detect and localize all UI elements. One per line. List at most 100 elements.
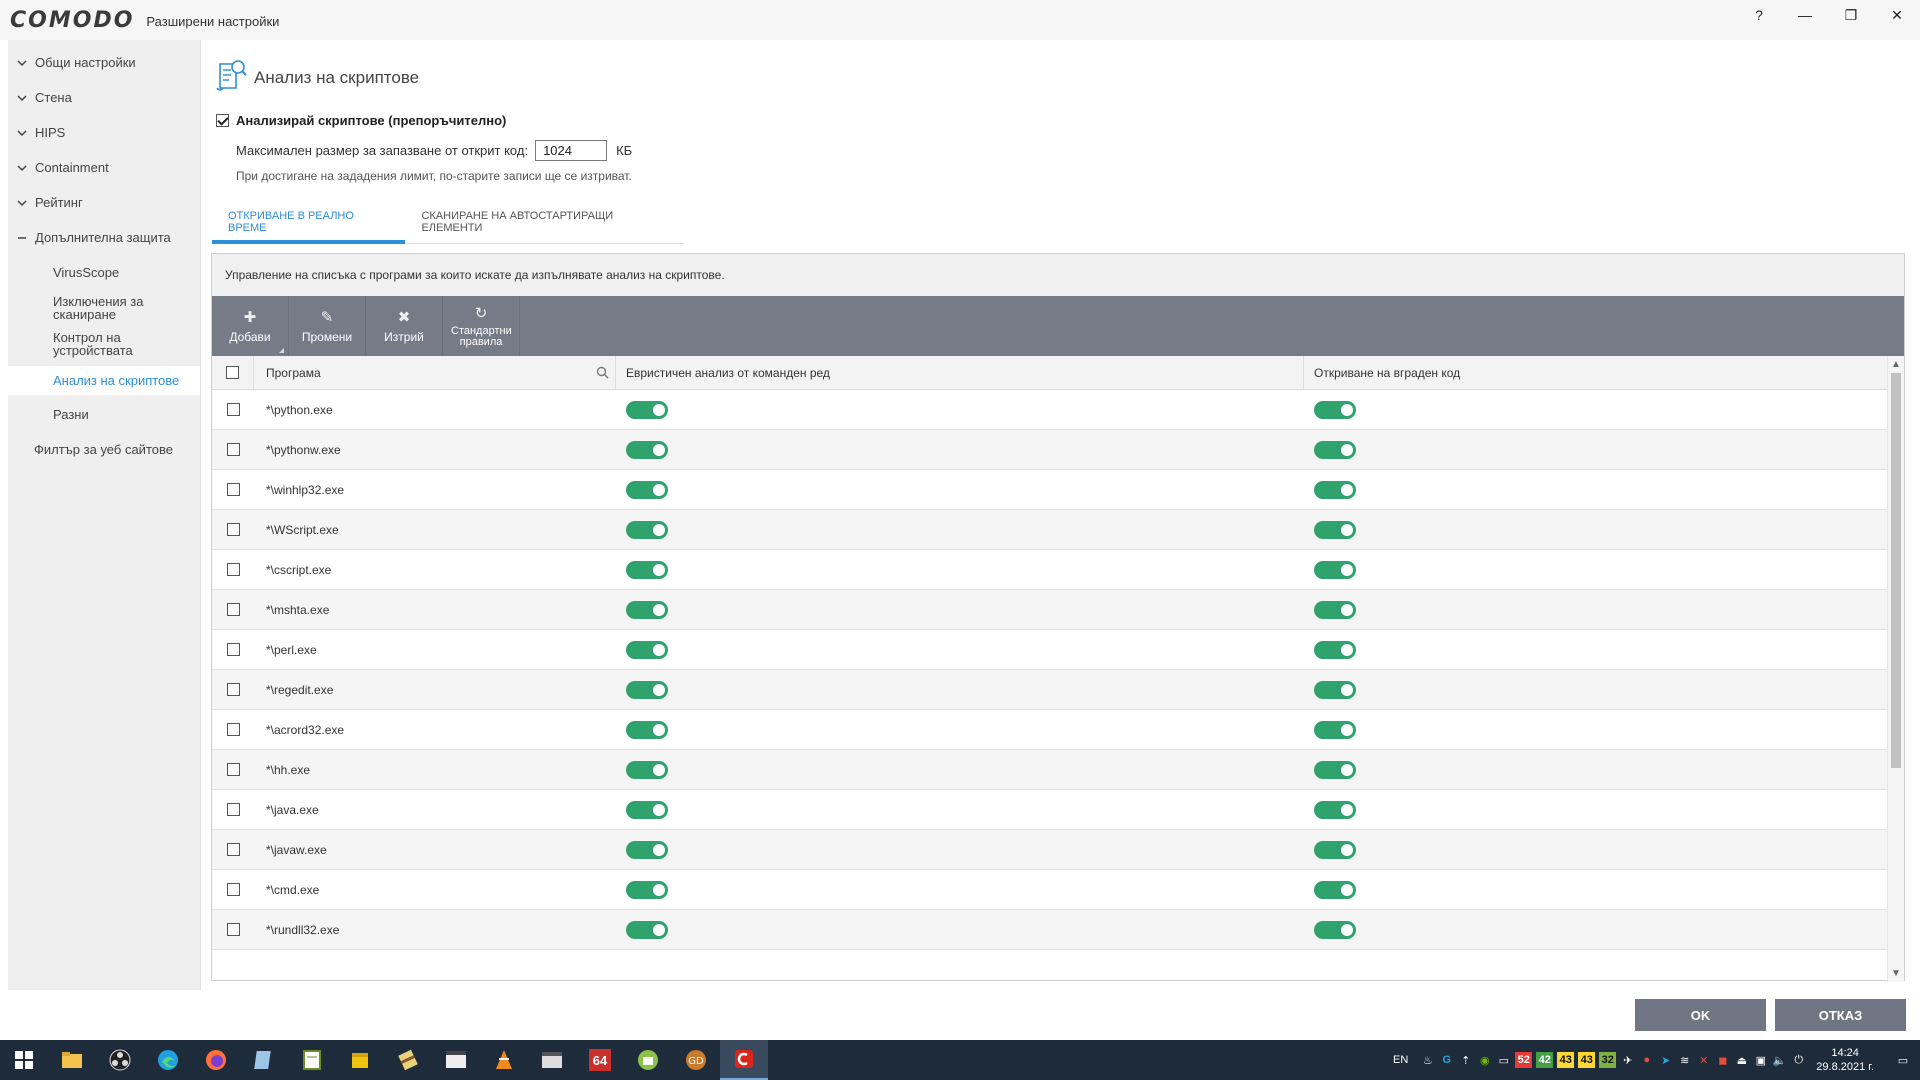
start-icon[interactable] xyxy=(0,1040,48,1080)
heuristic-toggle[interactable] xyxy=(626,680,668,699)
row-checkbox[interactable] xyxy=(226,723,240,736)
row-checkbox[interactable] xyxy=(226,563,240,576)
select-all-checkbox[interactable] xyxy=(226,366,239,379)
browser-tray-icon[interactable]: ● xyxy=(1637,1040,1656,1080)
heuristic-toggle[interactable] xyxy=(626,640,668,659)
row-checkbox[interactable] xyxy=(226,843,240,856)
nvidia-icon[interactable]: ◉ xyxy=(1475,1040,1494,1080)
table-row[interactable]: *\javaw.exe xyxy=(212,830,1887,870)
table-row[interactable]: *\WScript.exe xyxy=(212,510,1887,550)
embedded-code-toggle[interactable] xyxy=(1314,720,1356,739)
row-checkbox[interactable] xyxy=(226,483,240,496)
table-row[interactable]: *\perl.exe xyxy=(212,630,1887,670)
temp-badge[interactable]: 42 xyxy=(1536,1052,1554,1068)
cancel-button[interactable]: ОТКАЗ xyxy=(1775,999,1906,1031)
winrar-tray-icon[interactable]: ≋ xyxy=(1675,1040,1694,1080)
drive-icon[interactable]: ▭ xyxy=(1494,1040,1513,1080)
edit-button[interactable]: ✎ Промени xyxy=(289,296,366,356)
aida64-icon[interactable]: 64 xyxy=(576,1040,624,1080)
heuristic-toggle[interactable] xyxy=(626,760,668,779)
help-button[interactable]: ? xyxy=(1736,0,1782,30)
scroll-up-icon[interactable]: ▲ xyxy=(1888,356,1904,373)
embedded-code-toggle[interactable] xyxy=(1314,480,1356,499)
heuristic-toggle[interactable] xyxy=(626,560,668,579)
minimize-button[interactable]: — xyxy=(1782,0,1828,30)
embedded-code-toggle[interactable] xyxy=(1314,440,1356,459)
temp-badge[interactable]: 43 xyxy=(1578,1052,1596,1068)
row-checkbox[interactable] xyxy=(226,603,240,616)
sidebar-item-scan-exclusions[interactable]: Изключения за сканиране xyxy=(8,290,200,326)
column-heuristic[interactable]: Евристичен анализ от команден ред xyxy=(626,366,830,380)
comodo-icon[interactable] xyxy=(720,1040,768,1080)
volume-icon[interactable]: 🔈 xyxy=(1770,1040,1789,1080)
sidebar-item-rating[interactable]: Рейтинг xyxy=(8,185,200,220)
sidebar-item-script-analysis[interactable]: Анализ на скриптове xyxy=(8,366,200,395)
row-checkbox[interactable] xyxy=(226,803,240,816)
winrar-icon[interactable] xyxy=(384,1040,432,1080)
shield-tray-icon[interactable]: ✕ xyxy=(1694,1040,1713,1080)
clock[interactable]: 14:24 29.8.2021 г. xyxy=(1816,1046,1874,1074)
delete-button[interactable]: ✖ Изтрий xyxy=(366,296,443,356)
temp-badge[interactable]: 43 xyxy=(1557,1052,1575,1068)
scroll-down-icon[interactable]: ▼ xyxy=(1888,965,1904,982)
row-checkbox[interactable] xyxy=(226,763,240,776)
vertical-scrollbar[interactable]: ▲ ▼ xyxy=(1887,356,1904,982)
power-icon[interactable]: ⏻ xyxy=(1789,1040,1808,1080)
table-row[interactable]: *\acrord32.exe xyxy=(212,710,1887,750)
table-row[interactable]: *\regedit.exe xyxy=(212,670,1887,710)
embedded-code-toggle[interactable] xyxy=(1314,520,1356,539)
table-row[interactable]: *\rundll32.exe xyxy=(212,910,1887,950)
temp-badge[interactable]: 52 xyxy=(1515,1052,1533,1068)
notepad-icon[interactable] xyxy=(240,1040,288,1080)
video-editor-icon[interactable] xyxy=(528,1040,576,1080)
sidebar-item-general[interactable]: Общи настройки xyxy=(8,45,200,80)
heuristic-toggle[interactable] xyxy=(626,840,668,859)
temp-badge[interactable]: 32 xyxy=(1599,1052,1617,1068)
comodo-tray-icon[interactable]: ◼ xyxy=(1713,1040,1732,1080)
edge-icon[interactable] xyxy=(144,1040,192,1080)
eject-icon[interactable]: ⏏ xyxy=(1732,1040,1751,1080)
embedded-code-toggle[interactable] xyxy=(1314,600,1356,619)
heuristic-toggle[interactable] xyxy=(626,480,668,499)
row-checkbox[interactable] xyxy=(226,443,240,456)
scroll-thumb[interactable] xyxy=(1891,373,1901,768)
plane-icon[interactable]: ✈ xyxy=(1618,1040,1637,1080)
game-icon[interactable]: GD xyxy=(672,1040,720,1080)
table-row[interactable]: *\cscript.exe xyxy=(212,550,1887,590)
archive-icon[interactable] xyxy=(336,1040,384,1080)
sidebar-item-hips[interactable]: HIPS xyxy=(8,115,200,150)
row-checkbox[interactable] xyxy=(226,883,240,896)
max-size-input[interactable] xyxy=(535,140,608,161)
sidebar-item-virusscope[interactable]: VirusScope xyxy=(8,255,200,290)
heuristic-toggle[interactable] xyxy=(626,440,668,459)
heuristic-toggle[interactable] xyxy=(626,800,668,819)
telegram-icon[interactable]: ➤ xyxy=(1656,1040,1675,1080)
sidebar-item-misc[interactable]: Разни xyxy=(8,397,200,432)
row-checkbox[interactable] xyxy=(226,403,240,416)
search-icon[interactable] xyxy=(596,366,609,379)
table-row[interactable]: *\java.exe xyxy=(212,790,1887,830)
firefox-icon[interactable] xyxy=(192,1040,240,1080)
enable-script-analysis-checkbox[interactable] xyxy=(216,114,229,127)
column-embedded[interactable]: Откриване на вграден код xyxy=(1314,366,1460,380)
embedded-code-toggle[interactable] xyxy=(1314,760,1356,779)
table-row[interactable]: *\hh.exe xyxy=(212,750,1887,790)
heuristic-toggle[interactable] xyxy=(626,720,668,739)
sidebar-item-firewall[interactable]: Стена xyxy=(8,80,200,115)
up-arrow-icon[interactable]: ⇡ xyxy=(1456,1040,1475,1080)
table-row[interactable]: *\winhlp32.exe xyxy=(212,470,1887,510)
row-checkbox[interactable] xyxy=(226,683,240,696)
embedded-code-toggle[interactable] xyxy=(1314,880,1356,899)
restore-button[interactable]: ❐ xyxy=(1828,0,1874,30)
steam-icon[interactable]: ♨ xyxy=(1418,1040,1437,1080)
embedded-code-toggle[interactable] xyxy=(1314,640,1356,659)
table-row[interactable]: *\cmd.exe xyxy=(212,870,1887,910)
tab-autorun-scan[interactable]: СКАНИРАНЕ НА АВТОСТАРТИРАЩИ ЕЛЕМЕНТИ xyxy=(405,200,684,244)
heuristic-toggle[interactable] xyxy=(626,400,668,419)
row-checkbox[interactable] xyxy=(226,923,240,936)
column-program[interactable]: Програма xyxy=(266,366,321,380)
notifications-icon[interactable]: ▭ xyxy=(1886,1040,1920,1080)
row-checkbox[interactable] xyxy=(226,643,240,656)
g-hub-icon[interactable]: G xyxy=(1437,1040,1456,1080)
close-button[interactable]: ✕ xyxy=(1874,0,1920,30)
